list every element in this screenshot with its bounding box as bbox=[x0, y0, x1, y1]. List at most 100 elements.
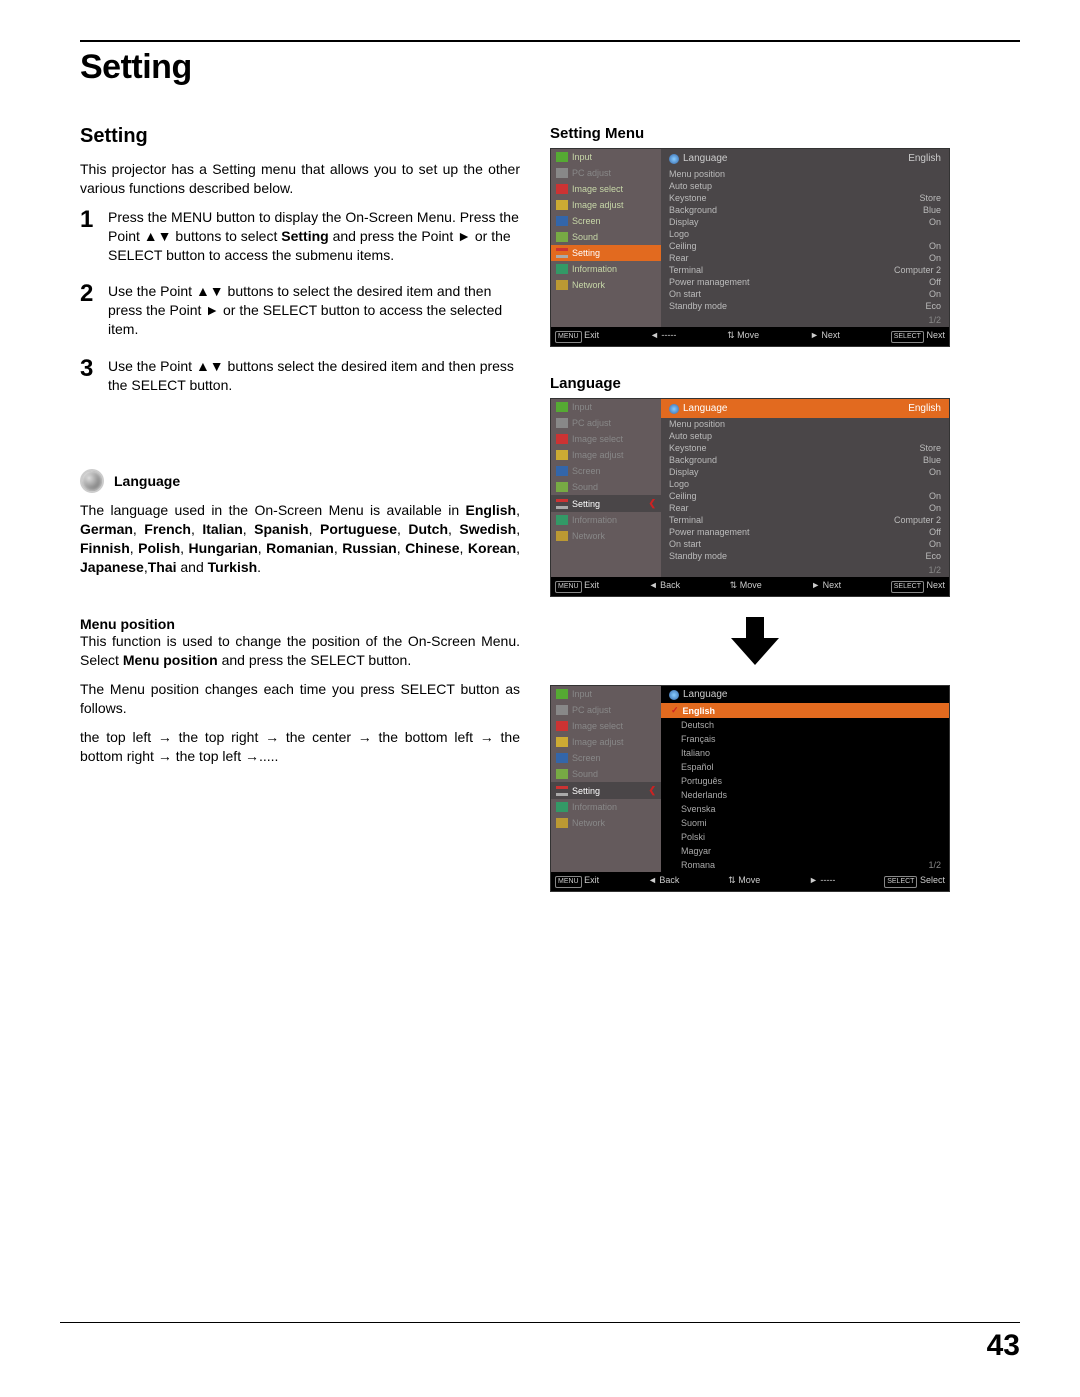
menu-item[interactable]: Image adjust bbox=[551, 447, 661, 463]
setting-row[interactable]: On startOn bbox=[661, 538, 949, 550]
footbar-move[interactable]: ⇅ Move bbox=[727, 330, 759, 343]
setting-row[interactable]: KeystoneStore bbox=[661, 442, 949, 454]
language-option[interactable]: Magyar bbox=[661, 844, 949, 858]
footbar-back[interactable]: ◄ Back bbox=[649, 580, 680, 593]
setting-row[interactable]: LanguageEnglish bbox=[661, 149, 949, 168]
language-option[interactable]: Polski bbox=[661, 830, 949, 844]
globe-icon bbox=[80, 469, 104, 493]
menu-item[interactable]: Sound bbox=[551, 479, 661, 495]
setting-row[interactable]: Auto setup bbox=[661, 430, 949, 442]
footbar-back[interactable]: ◄ Back bbox=[648, 875, 679, 888]
language-option[interactable]: Deutsch bbox=[661, 718, 949, 732]
menu-label: PC adjust bbox=[572, 418, 611, 428]
step-text: Use the Point ▲▼ buttons select the desi… bbox=[108, 357, 520, 395]
language-heading: Language bbox=[114, 473, 180, 489]
footbar-exit[interactable]: MENU Exit bbox=[555, 875, 599, 888]
setting-key: Background bbox=[669, 205, 923, 215]
language-option[interactable]: ✓ English bbox=[661, 703, 949, 718]
footbar-next[interactable]: ► Next bbox=[811, 580, 841, 593]
menu-item[interactable]: Information bbox=[551, 799, 661, 815]
menu-label: Input bbox=[572, 689, 592, 699]
menu-item[interactable]: Screen bbox=[551, 750, 661, 766]
setting-row[interactable]: TerminalComputer 2 bbox=[661, 514, 949, 526]
language-option[interactable]: Português bbox=[661, 774, 949, 788]
menu-icon bbox=[556, 168, 568, 178]
footbar-select[interactable]: SELECT Select bbox=[884, 875, 945, 888]
setting-row[interactable]: BackgroundBlue bbox=[661, 454, 949, 466]
menu-item[interactable]: Image adjust bbox=[551, 197, 661, 213]
setting-row[interactable]: On startOn bbox=[661, 288, 949, 300]
page-title: Setting bbox=[80, 48, 1020, 87]
menu-item[interactable]: Setting bbox=[551, 245, 661, 261]
language-option[interactable]: Français bbox=[661, 732, 949, 746]
menu-item[interactable]: Network bbox=[551, 277, 661, 293]
setting-key: Standby mode bbox=[669, 301, 925, 311]
menu-item[interactable]: PC adjust bbox=[551, 165, 661, 181]
setting-row[interactable]: CeilingOn bbox=[661, 240, 949, 252]
menu-icon bbox=[556, 482, 568, 492]
language-option[interactable]: Italiano bbox=[661, 746, 949, 760]
menu-item[interactable]: PC adjust bbox=[551, 702, 661, 718]
menu-item[interactable]: Information bbox=[551, 261, 661, 277]
menu-item[interactable]: Sound bbox=[551, 766, 661, 782]
menu-item[interactable]: Image select bbox=[551, 431, 661, 447]
language-option[interactable]: Svenska bbox=[661, 802, 949, 816]
setting-row[interactable]: RearOn bbox=[661, 502, 949, 514]
setting-row[interactable]: Logo bbox=[661, 228, 949, 240]
menu-label: Image adjust bbox=[572, 200, 624, 210]
setting-value: On bbox=[929, 539, 941, 549]
setting-row[interactable]: LanguageEnglish bbox=[661, 399, 949, 418]
language-option[interactable]: Nederlands bbox=[661, 788, 949, 802]
menu-item[interactable]: Input bbox=[551, 686, 661, 702]
footbar-select[interactable]: SELECT Next bbox=[891, 330, 945, 343]
menu-item[interactable]: Network bbox=[551, 815, 661, 831]
menu-item[interactable]: Screen bbox=[551, 463, 661, 479]
menu-item[interactable]: Image select bbox=[551, 718, 661, 734]
menu-item[interactable]: Input bbox=[551, 399, 661, 415]
screenshot-heading-2: Language bbox=[550, 375, 960, 392]
language-option[interactable]: Español bbox=[661, 760, 949, 774]
footbar: MENU Exit ◄ ----- ⇅ Move ► Next SELECT Next bbox=[551, 327, 949, 346]
setting-row[interactable]: Menu position bbox=[661, 168, 949, 180]
footbar-exit[interactable]: MENU Exit bbox=[555, 580, 599, 593]
setting-row[interactable]: CeilingOn bbox=[661, 490, 949, 502]
language-body: The language used in the On-Screen Menu … bbox=[80, 501, 520, 577]
footbar-back[interactable]: ◄ ----- bbox=[650, 330, 676, 343]
footbar-next[interactable]: ► Next bbox=[810, 330, 840, 343]
menu-item[interactable]: Input bbox=[551, 149, 661, 165]
menu-item[interactable]: Screen bbox=[551, 213, 661, 229]
menu-item[interactable]: Information bbox=[551, 512, 661, 528]
menu-item[interactable]: Image select bbox=[551, 181, 661, 197]
setting-row[interactable]: Standby modeEco bbox=[661, 550, 949, 562]
setting-row[interactable]: Menu position bbox=[661, 418, 949, 430]
menu-icon bbox=[556, 737, 568, 747]
setting-row[interactable]: DisplayOn bbox=[661, 466, 949, 478]
setting-row[interactable]: Power managementOff bbox=[661, 526, 949, 538]
menu-item[interactable]: Setting❮ bbox=[551, 495, 661, 512]
setting-row[interactable]: Standby modeEco bbox=[661, 300, 949, 312]
chevron-left-icon: ❮ bbox=[648, 498, 656, 509]
step-text: Press the MENU button to display the On-… bbox=[108, 208, 520, 265]
setting-row[interactable]: DisplayOn bbox=[661, 216, 949, 228]
footbar-exit[interactable]: MENU Exit bbox=[555, 330, 599, 343]
language-option[interactable]: Romana bbox=[661, 858, 949, 872]
setting-row[interactable]: RearOn bbox=[661, 252, 949, 264]
setting-row[interactable]: Logo bbox=[661, 478, 949, 490]
setting-row[interactable]: Power managementOff bbox=[661, 276, 949, 288]
setting-value: On bbox=[929, 241, 941, 251]
menu-item[interactable]: Network bbox=[551, 528, 661, 544]
setting-row[interactable]: Auto setup bbox=[661, 180, 949, 192]
setting-row[interactable]: BackgroundBlue bbox=[661, 204, 949, 216]
setting-row[interactable]: TerminalComputer 2 bbox=[661, 264, 949, 276]
setting-row[interactable]: KeystoneStore bbox=[661, 192, 949, 204]
footbar-select[interactable]: SELECT Next bbox=[891, 580, 945, 593]
language-option[interactable]: Suomi bbox=[661, 816, 949, 830]
setting-value: Blue bbox=[923, 455, 941, 465]
menu-item[interactable]: PC adjust bbox=[551, 415, 661, 431]
menu-item[interactable]: Sound bbox=[551, 229, 661, 245]
menu-item[interactable]: Image adjust bbox=[551, 734, 661, 750]
menu-item[interactable]: Setting❮ bbox=[551, 782, 661, 799]
footbar-move[interactable]: ⇅ Move bbox=[728, 875, 760, 888]
footbar-move[interactable]: ⇅ Move bbox=[730, 580, 762, 593]
footbar-next[interactable]: ► ----- bbox=[809, 875, 835, 888]
